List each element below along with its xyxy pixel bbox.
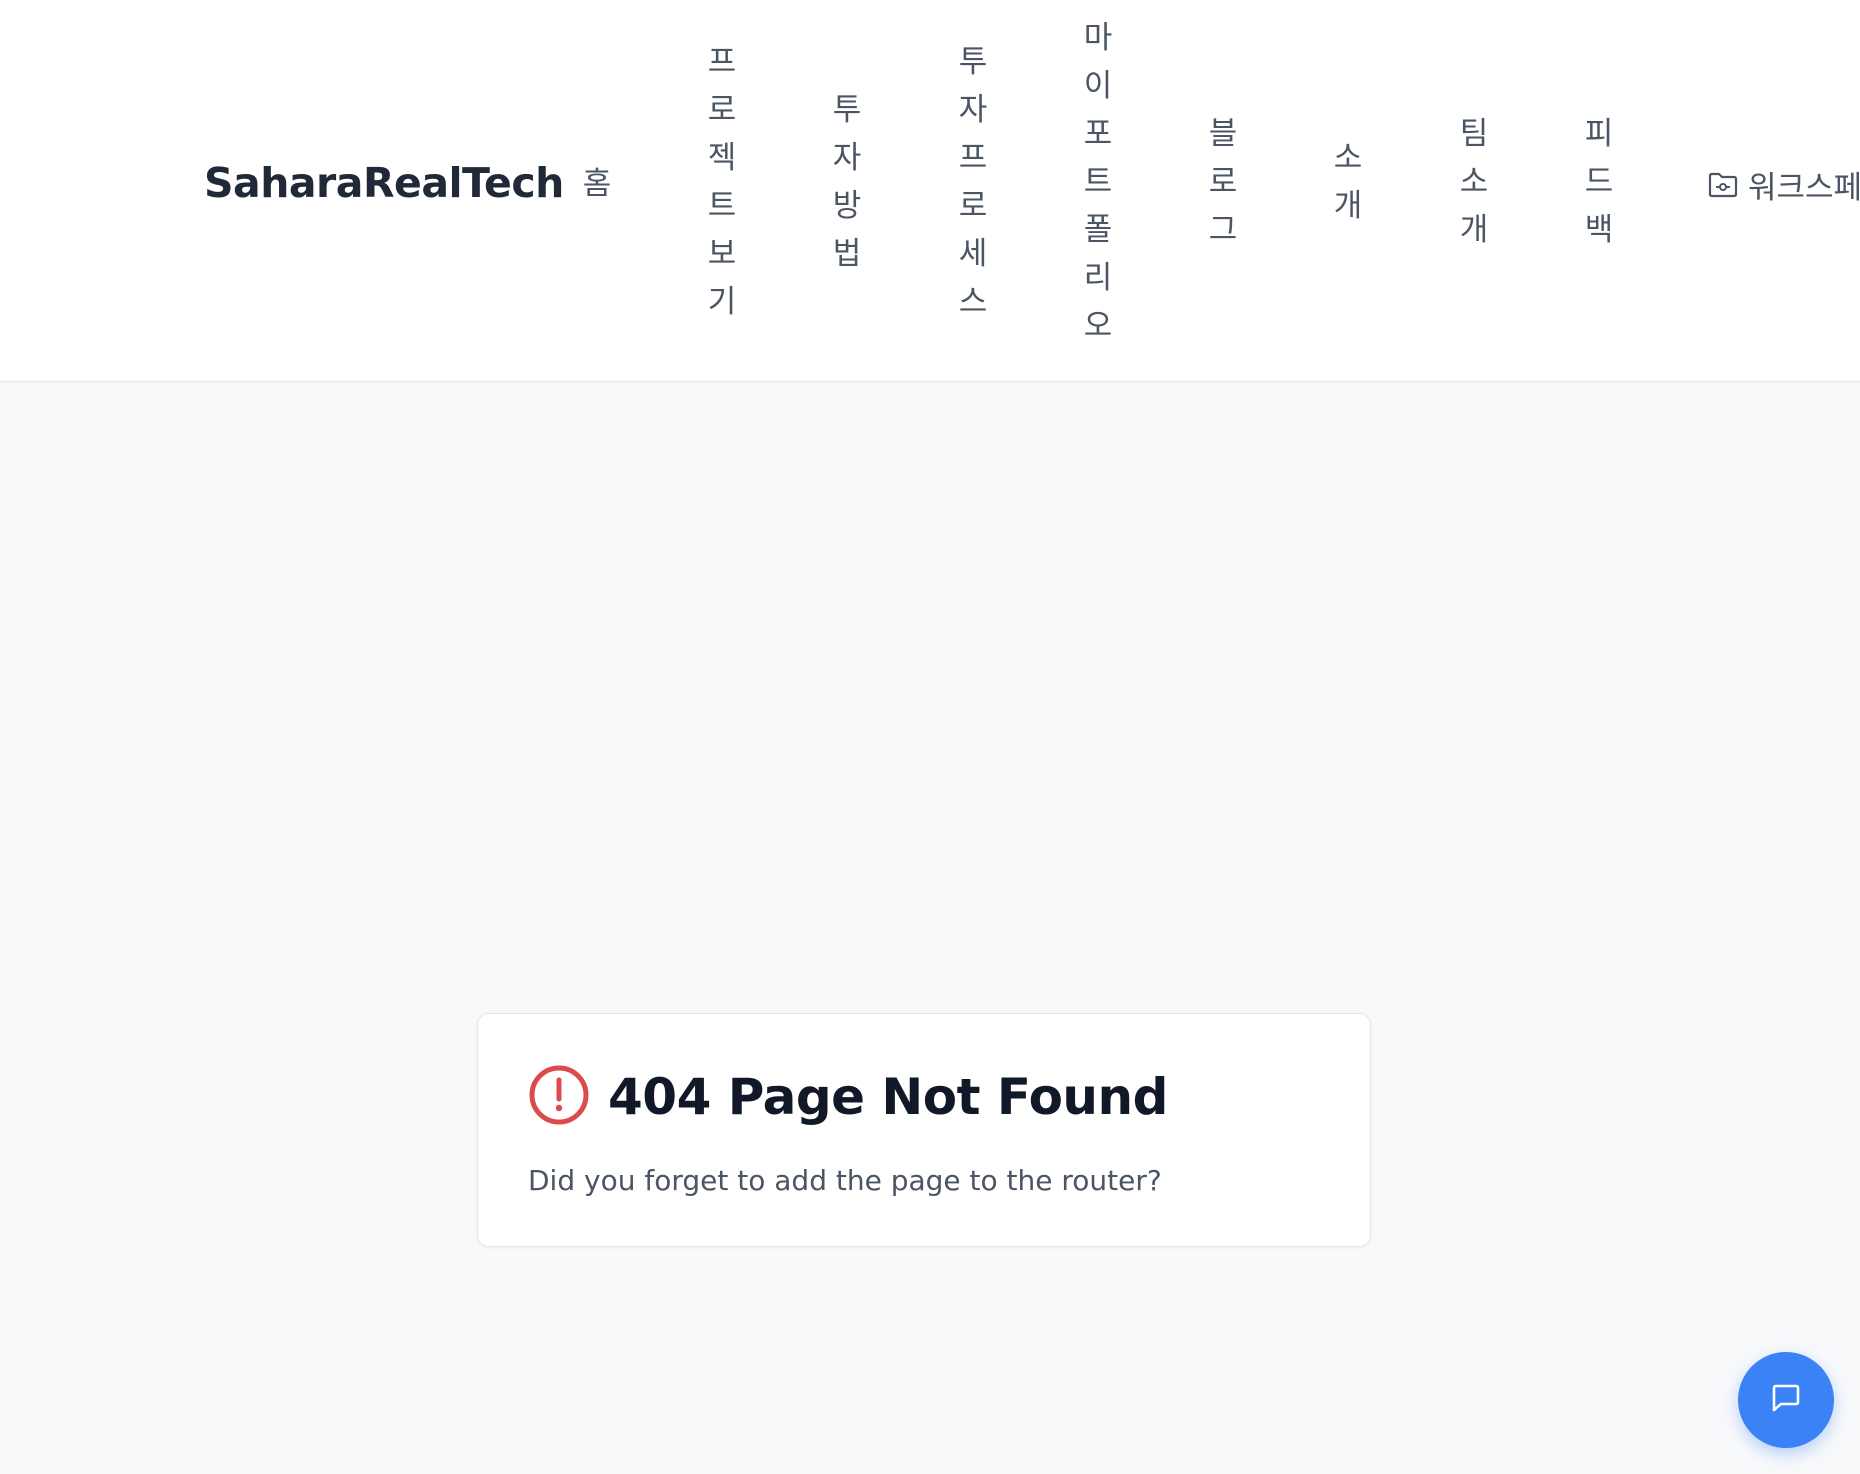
nav-item-about[interactable]: 소개 <box>1320 134 1376 230</box>
not-found-card: 404 Page Not Found Did you forget to add… <box>477 1013 1371 1247</box>
nav-item-feedback[interactable]: 피드백 <box>1571 110 1627 254</box>
nav-item-how-to-invest[interactable]: 투자방법 <box>819 86 875 278</box>
nav-item-blog[interactable]: 블로그 <box>1195 110 1251 254</box>
nav-item-projects[interactable]: 프로젝트보기 <box>694 38 750 326</box>
error-description: Did you forget to add the page to the ro… <box>528 1164 1162 1197</box>
message-square-icon <box>1769 1381 1803 1419</box>
alert-circle-icon <box>528 1064 590 1130</box>
nav-item-investment-process[interactable]: 투자프로세스 <box>945 38 1001 326</box>
card-title-row: 404 Page Not Found <box>528 1064 1168 1130</box>
nav-item-home[interactable]: 홈 <box>569 160 625 208</box>
site-logo[interactable]: SaharaRealTech <box>204 155 564 211</box>
workspace-link[interactable]: 워크스페 <box>1708 162 1860 207</box>
folder-icon <box>1708 172 1738 198</box>
site-header: SaharaRealTech 홈 프로젝트보기 투자방법 투자프로세스 마이포트… <box>0 0 1860 382</box>
page-title: 404 Page Not Found <box>608 1068 1168 1126</box>
workspace-label: 워크스페 <box>1748 170 1860 206</box>
nav-item-team[interactable]: 팀소개 <box>1446 110 1502 254</box>
nav-item-my-portfolio[interactable]: 마이포트폴리오 <box>1070 14 1126 350</box>
chat-button[interactable] <box>1738 1352 1834 1448</box>
